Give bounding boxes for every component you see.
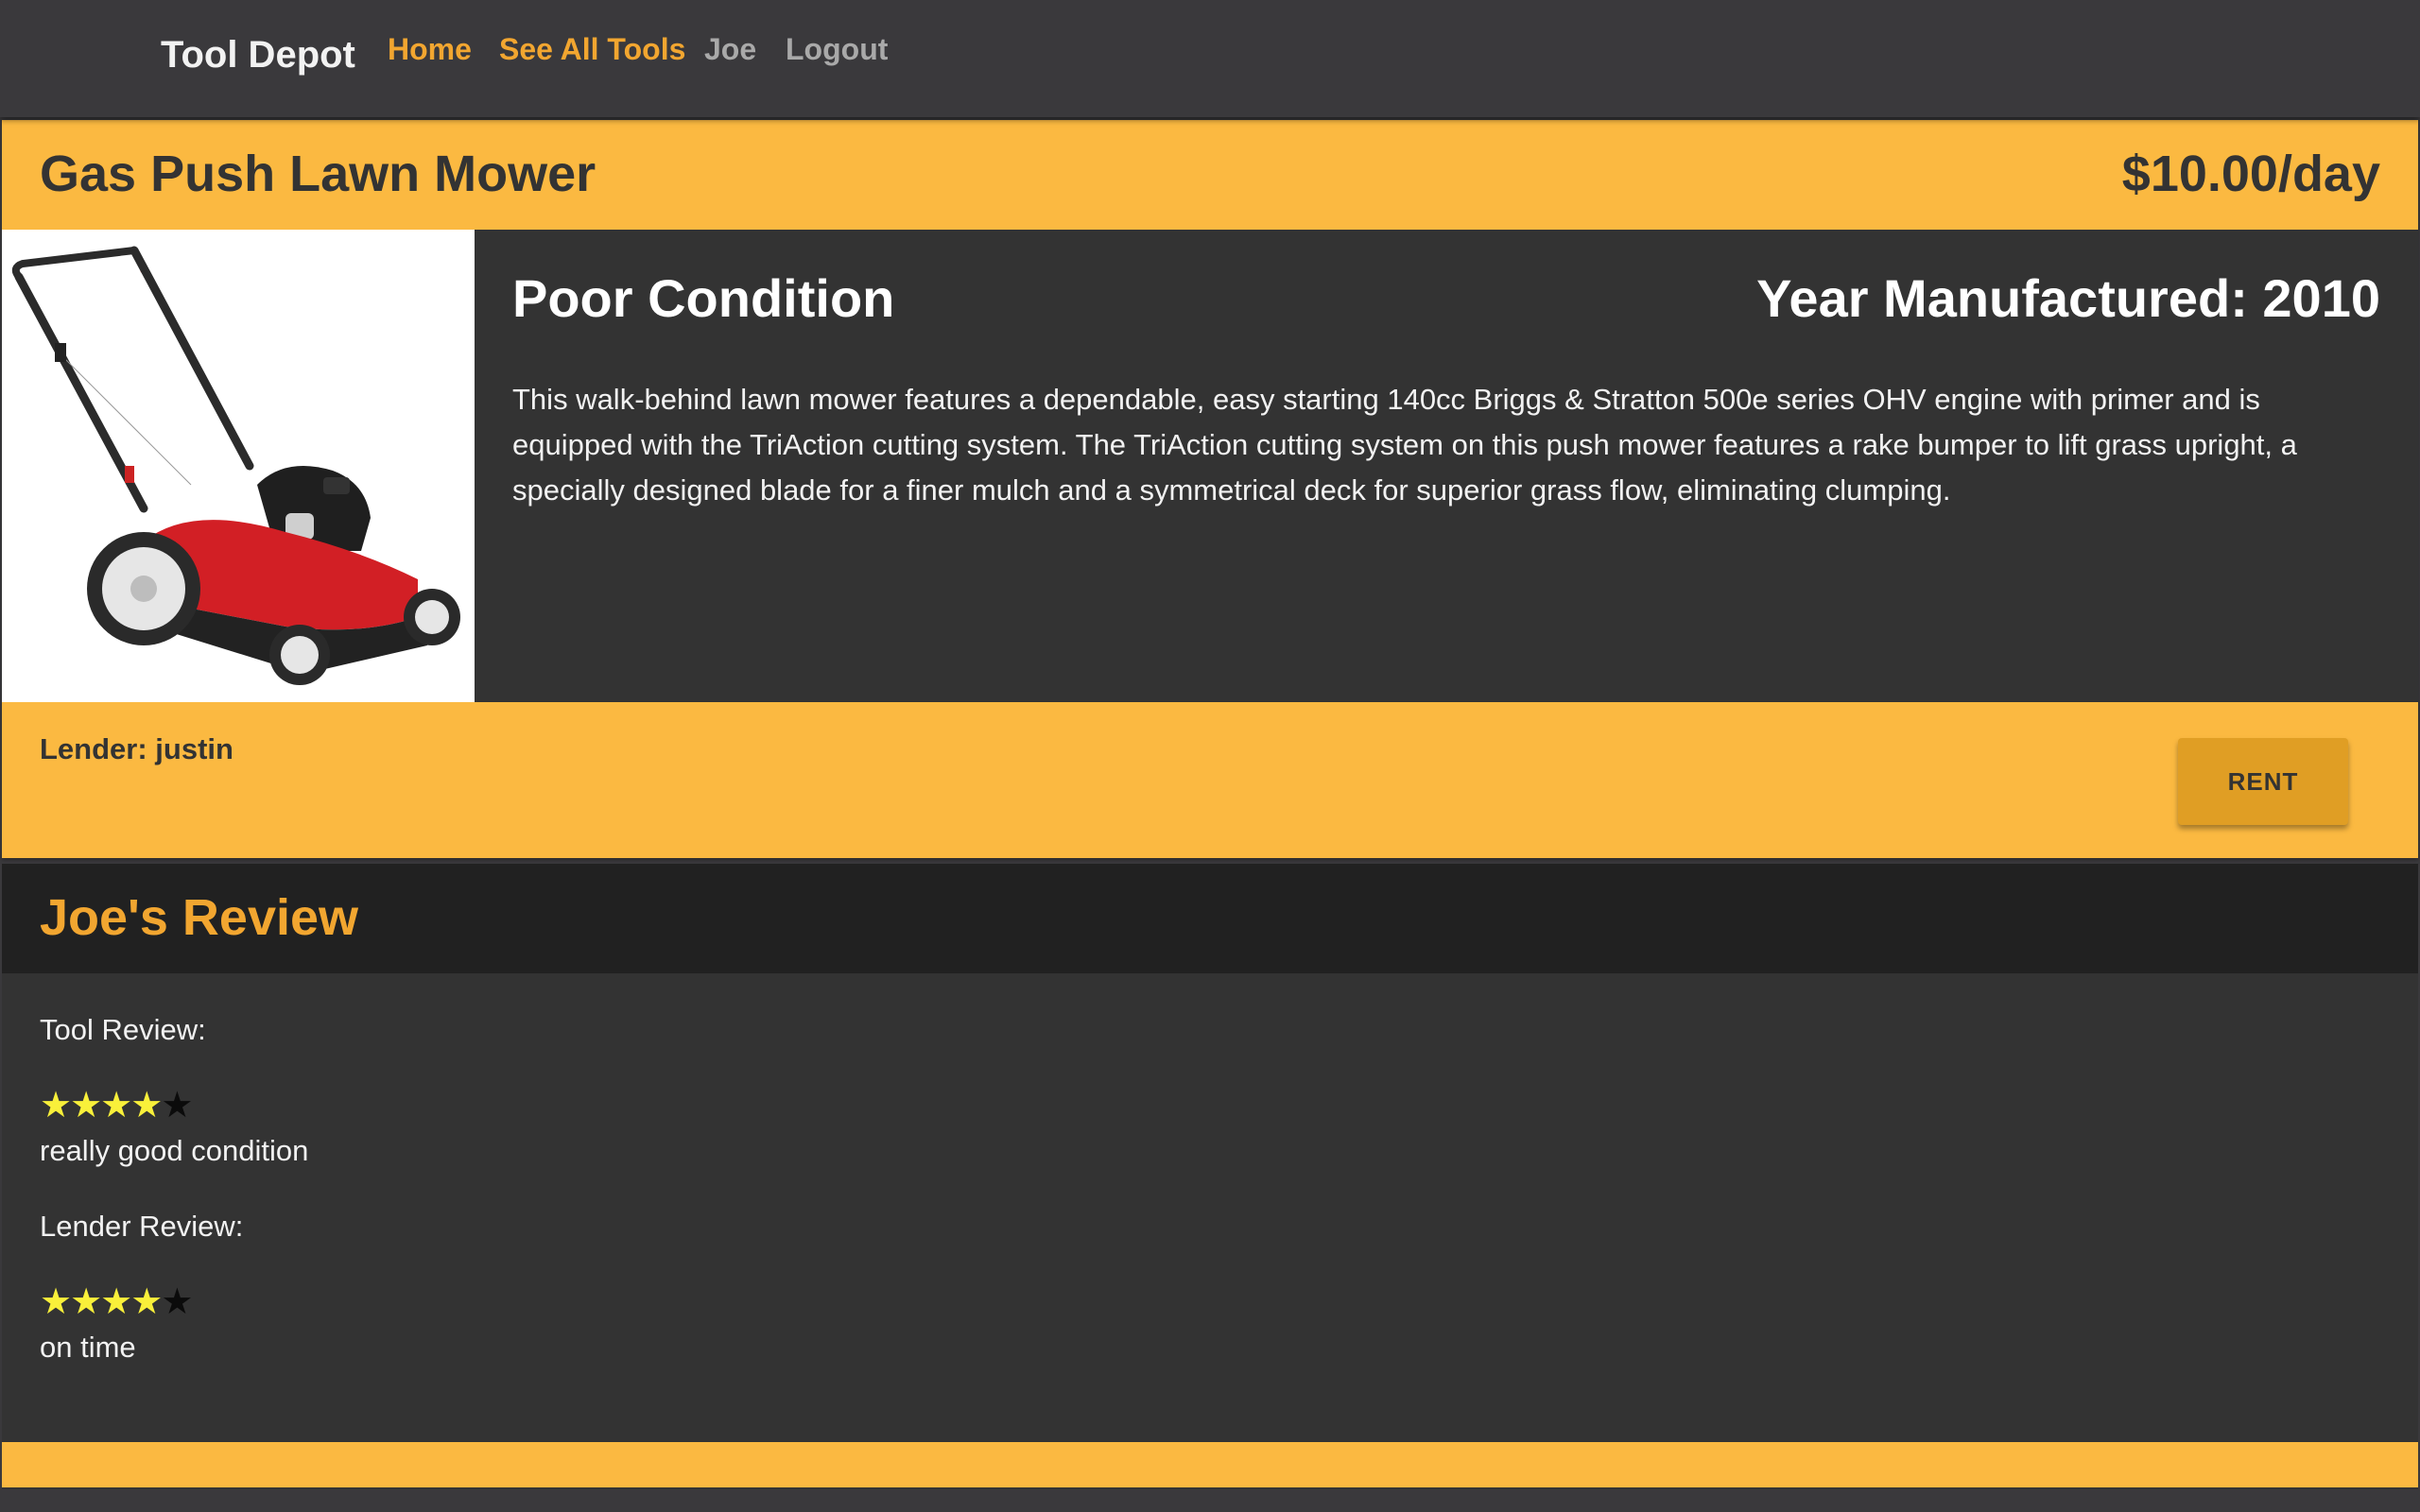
review-card: Joe's Review Tool Review: ★★★★★ really g… bbox=[2, 864, 2418, 1489]
tool-review-text: really good condition bbox=[40, 1134, 309, 1167]
nav-link-user-profile[interactable]: Joe bbox=[704, 32, 756, 67]
tool-body: Poor Condition Year Manufactured: 2010 T… bbox=[2, 230, 2418, 702]
lender-review-label: Lender Review: bbox=[40, 1210, 244, 1243]
star-empty-icon: ★ bbox=[161, 1086, 193, 1125]
nav-link-home[interactable]: Home bbox=[388, 32, 472, 67]
tool-header: Gas Push Lawn Mower $10.00/day bbox=[2, 120, 2418, 230]
brand-logo-text[interactable]: Tool Depot bbox=[161, 34, 355, 77]
star-filled-icon: ★ bbox=[130, 1282, 163, 1322]
star-filled-icon: ★ bbox=[70, 1282, 102, 1322]
lender-name: Lender: justin bbox=[40, 732, 233, 765]
review-header: Joe's Review bbox=[2, 864, 2418, 973]
tool-year-manufactured: Year Manufactured: 2010 bbox=[1756, 268, 2380, 328]
bottom-accent-bar bbox=[2, 1442, 2418, 1487]
star-filled-icon: ★ bbox=[40, 1086, 72, 1125]
star-filled-icon: ★ bbox=[40, 1282, 72, 1322]
star-empty-icon: ★ bbox=[161, 1282, 193, 1322]
lender-review-text: on time bbox=[40, 1331, 136, 1364]
tool-name: Gas Push Lawn Mower bbox=[40, 146, 596, 202]
lawn-mower-image bbox=[2, 230, 475, 702]
top-navbar: Tool Depot Home See All Tools Joe Logout bbox=[0, 0, 2420, 117]
star-filled-icon: ★ bbox=[100, 1086, 132, 1125]
tool-price: $10.00/day bbox=[2121, 146, 2380, 202]
rent-button[interactable]: RENT bbox=[2178, 738, 2348, 825]
tool-review-label: Tool Review: bbox=[40, 1013, 206, 1046]
star-filled-icon: ★ bbox=[70, 1086, 102, 1125]
tool-description: This walk-behind lawn mower features a d… bbox=[512, 383, 2297, 507]
star-filled-icon: ★ bbox=[130, 1086, 163, 1125]
nav-link-see-all-tools[interactable]: See All Tools bbox=[499, 32, 685, 67]
nav-link-logout[interactable]: Logout bbox=[786, 32, 888, 67]
bottom-accent-wrapper bbox=[0, 1442, 2420, 1489]
tool-rating-stars: ★★★★★ bbox=[40, 1086, 193, 1125]
tool-condition: Poor Condition bbox=[512, 268, 895, 328]
lawn-mower-icon bbox=[11, 246, 460, 685]
tool-detail-card: Gas Push Lawn Mower $10.00/day Poor Cond… bbox=[2, 120, 2418, 858]
lender-rating-stars: ★★★★★ bbox=[40, 1282, 193, 1322]
tool-footer: Lender: justin RENT bbox=[2, 702, 2418, 858]
review-title: Joe's Review bbox=[40, 889, 359, 946]
star-filled-icon: ★ bbox=[100, 1282, 132, 1322]
